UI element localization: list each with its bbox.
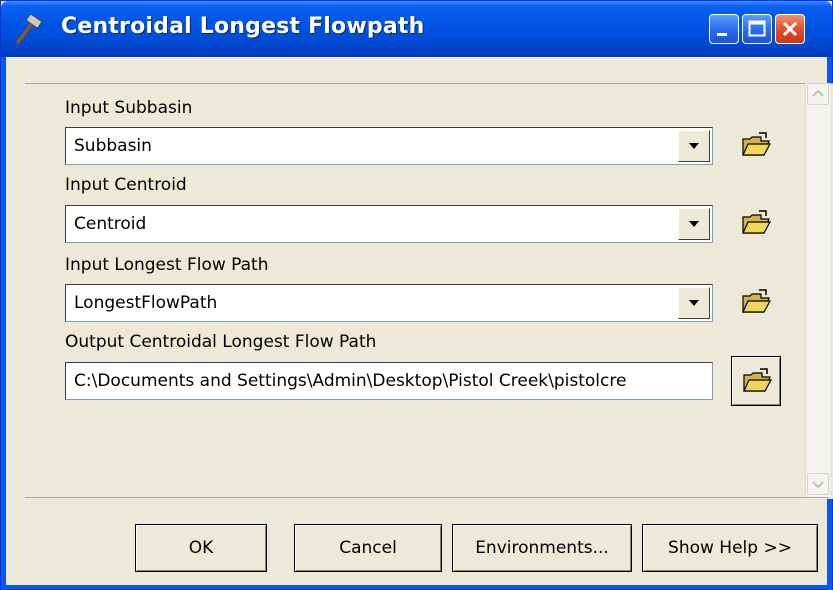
scroll-up-button[interactable] bbox=[807, 83, 829, 105]
input-centroid-value: Centroid bbox=[74, 214, 147, 234]
scroll-down-button[interactable] bbox=[807, 473, 829, 495]
browse-output-button[interactable] bbox=[731, 356, 781, 406]
open-folder-icon bbox=[742, 210, 772, 234]
dropdown-button[interactable] bbox=[678, 130, 710, 162]
window-title: Centroidal Longest Flowpath bbox=[61, 14, 425, 39]
input-subbasin-value: Subbasin bbox=[74, 136, 152, 156]
chevron-down-icon bbox=[689, 143, 699, 149]
separator bbox=[25, 497, 829, 498]
close-icon bbox=[782, 21, 798, 37]
browse-longest-flow-path-button[interactable] bbox=[731, 278, 781, 328]
dialog-window: Centroidal Longest Flowpath Input Subbas… bbox=[0, 0, 833, 590]
input-subbasin-label: Input Subbasin bbox=[65, 98, 193, 118]
browse-subbasin-button[interactable] bbox=[731, 121, 781, 171]
minimize-button[interactable] bbox=[709, 14, 739, 44]
output-flow-path-label: Output Centroidal Longest Flow Path bbox=[65, 332, 377, 352]
hammer-icon bbox=[13, 13, 45, 45]
output-flow-path-value: C:\Documents and Settings\Admin\Desktop\… bbox=[74, 371, 627, 391]
input-longest-flow-path-value: LongestFlowPath bbox=[74, 293, 218, 313]
input-centroid-label: Input Centroid bbox=[65, 175, 187, 195]
input-subbasin-dropdown[interactable]: Subbasin bbox=[65, 127, 713, 165]
chevron-up-icon bbox=[812, 89, 824, 97]
cancel-button[interactable]: Cancel bbox=[294, 524, 442, 572]
maximize-icon bbox=[748, 20, 766, 37]
ok-button[interactable]: OK bbox=[135, 524, 267, 572]
open-folder-icon bbox=[742, 132, 772, 156]
input-centroid-dropdown[interactable]: Centroid bbox=[65, 205, 713, 243]
minimize-icon bbox=[717, 33, 727, 36]
chevron-down-icon bbox=[689, 300, 699, 306]
title-bar[interactable]: Centroidal Longest Flowpath bbox=[1, 1, 832, 57]
vertical-scrollbar[interactable] bbox=[805, 83, 830, 497]
environments-button[interactable]: Environments... bbox=[452, 524, 632, 572]
input-longest-flow-path-label: Input Longest Flow Path bbox=[65, 255, 269, 275]
open-folder-icon bbox=[742, 289, 772, 313]
chevron-down-icon bbox=[812, 481, 824, 489]
close-button[interactable] bbox=[775, 14, 805, 44]
dropdown-button[interactable] bbox=[678, 287, 710, 319]
maximize-button[interactable] bbox=[742, 14, 772, 44]
window-border-bottom bbox=[1, 585, 832, 589]
chevron-down-icon bbox=[689, 221, 699, 227]
dropdown-button[interactable] bbox=[678, 208, 710, 240]
input-longest-flow-path-dropdown[interactable]: LongestFlowPath bbox=[65, 284, 713, 322]
output-flow-path-field[interactable]: C:\Documents and Settings\Admin\Desktop\… bbox=[65, 362, 713, 400]
show-help-button[interactable]: Show Help >> bbox=[642, 524, 818, 572]
browse-centroid-button[interactable] bbox=[731, 199, 781, 249]
open-folder-icon bbox=[743, 368, 773, 392]
window-border-left bbox=[1, 57, 6, 590]
